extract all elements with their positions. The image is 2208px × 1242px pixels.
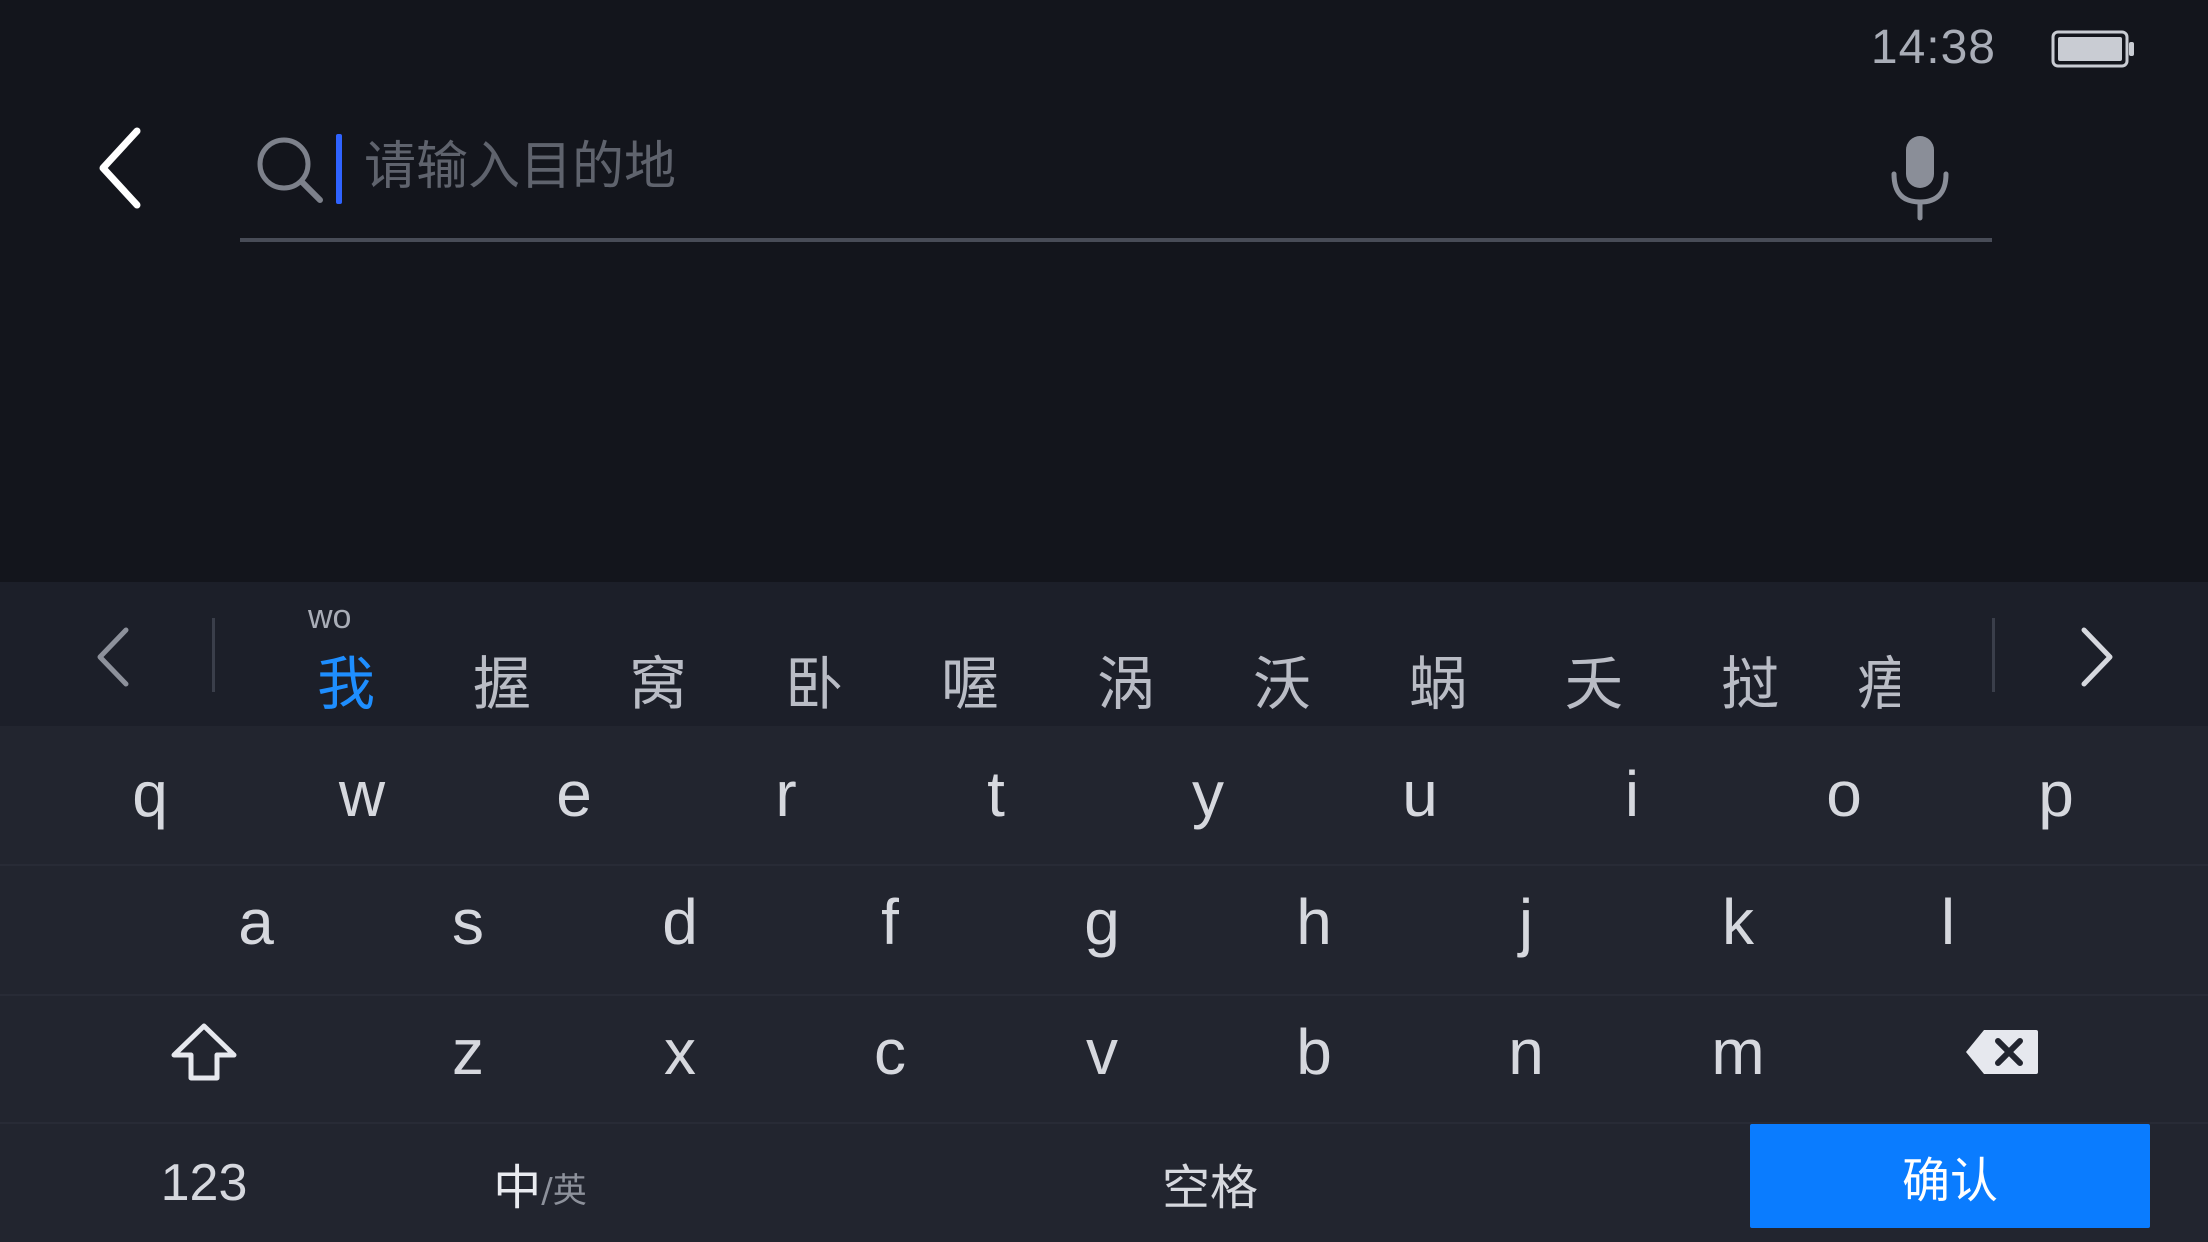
- numbers-key[interactable]: 123: [120, 1124, 288, 1242]
- key-n[interactable]: n: [1446, 988, 1606, 1116]
- shift-key[interactable]: [124, 988, 284, 1116]
- key-e[interactable]: e: [494, 730, 654, 858]
- key-x[interactable]: x: [600, 988, 760, 1116]
- status-time: 14:38: [1870, 21, 1996, 74]
- battery-icon: [2051, 30, 2134, 68]
- key-y[interactable]: y: [1128, 730, 1288, 858]
- keyboard-row-1: q w e r t y u i o p: [0, 730, 2208, 858]
- chevron-right-icon: [2081, 627, 2113, 687]
- backspace-key[interactable]: [1922, 988, 2082, 1116]
- shift-icon: [171, 1023, 237, 1081]
- key-j[interactable]: j: [1446, 858, 1606, 986]
- candidate-divider-left: [212, 618, 215, 692]
- key-a[interactable]: a: [176, 858, 336, 986]
- back-arrow-icon: [99, 127, 141, 209]
- key-z[interactable]: z: [388, 988, 548, 1116]
- text-caret: [336, 134, 342, 204]
- key-f[interactable]: f: [810, 858, 970, 986]
- candidate-item[interactable]: 挝: [1690, 642, 1810, 726]
- candidate-item[interactable]: 卧: [754, 642, 874, 726]
- key-d[interactable]: d: [600, 858, 760, 986]
- confirm-button[interactable]: 确认: [1750, 1124, 2150, 1228]
- mode-english-label: /英: [541, 1170, 587, 1211]
- candidates-next-button[interactable]: [2052, 612, 2142, 702]
- key-t[interactable]: t: [916, 730, 1076, 858]
- key-u[interactable]: u: [1340, 730, 1500, 858]
- key-w[interactable]: w: [282, 730, 442, 858]
- candidate-item[interactable]: 沃: [1222, 642, 1342, 726]
- candidate-item[interactable]: 涡: [1066, 642, 1186, 726]
- navigation-search-screen: 14:38 wo 我: [0, 0, 2208, 1242]
- keyboard-row-2: a s d f g h j k l: [0, 858, 2208, 986]
- candidate-item[interactable]: 喔: [910, 642, 1030, 726]
- destination-search-input[interactable]: [364, 124, 1764, 210]
- candidate-item[interactable]: 夭: [1534, 642, 1654, 726]
- candidate-item[interactable]: 痦: [1826, 642, 1900, 726]
- key-m[interactable]: m: [1658, 988, 1818, 1116]
- candidate-item[interactable]: 我: [286, 642, 406, 726]
- search-bar: [240, 110, 1992, 242]
- key-s[interactable]: s: [388, 858, 548, 986]
- key-p[interactable]: p: [1976, 730, 2136, 858]
- microphone-icon[interactable]: [1882, 132, 1958, 224]
- key-b[interactable]: b: [1234, 988, 1394, 1116]
- candidates-prev-button[interactable]: [68, 612, 158, 702]
- soft-keyboard: q w e r t y u i o p a s d f g h j k l z …: [0, 726, 2208, 1242]
- key-i[interactable]: i: [1552, 730, 1712, 858]
- key-g[interactable]: g: [1022, 858, 1182, 986]
- key-c[interactable]: c: [810, 988, 970, 1116]
- keyboard-row-3: z x c v b n m: [0, 988, 2208, 1116]
- key-r[interactable]: r: [706, 730, 866, 858]
- space-key[interactable]: 空格: [760, 1124, 1660, 1242]
- key-l[interactable]: l: [1868, 858, 2028, 986]
- candidate-item[interactable]: 窝: [598, 642, 718, 726]
- key-o[interactable]: o: [1764, 730, 1924, 858]
- key-v[interactable]: v: [1022, 988, 1182, 1116]
- language-toggle-key[interactable]: 中 /英: [440, 1124, 640, 1242]
- mode-chinese-label: 中: [493, 1160, 542, 1216]
- key-q[interactable]: q: [70, 730, 230, 858]
- key-k[interactable]: k: [1658, 858, 1818, 986]
- candidate-divider-right: [1992, 618, 1995, 692]
- pinyin-composition: wo: [308, 598, 352, 636]
- candidate-item[interactable]: 蜗: [1378, 642, 1498, 726]
- candidate-item[interactable]: 握: [442, 642, 562, 726]
- backspace-icon: [1966, 1030, 2038, 1074]
- key-h[interactable]: h: [1234, 858, 1394, 986]
- back-button[interactable]: [80, 118, 166, 218]
- search-icon: [257, 137, 323, 203]
- chevron-left-icon: [97, 627, 129, 687]
- keyboard-bottom-row: 123 中 /英 空格 确认: [0, 1124, 2208, 1242]
- candidate-list: 我 握 窝 卧 喔 涡 沃 蜗 夭 挝 痦: [280, 642, 1900, 726]
- candidate-bar: wo 我 握 窝 卧 喔 涡 沃 蜗 夭 挝 痦: [0, 582, 2208, 726]
